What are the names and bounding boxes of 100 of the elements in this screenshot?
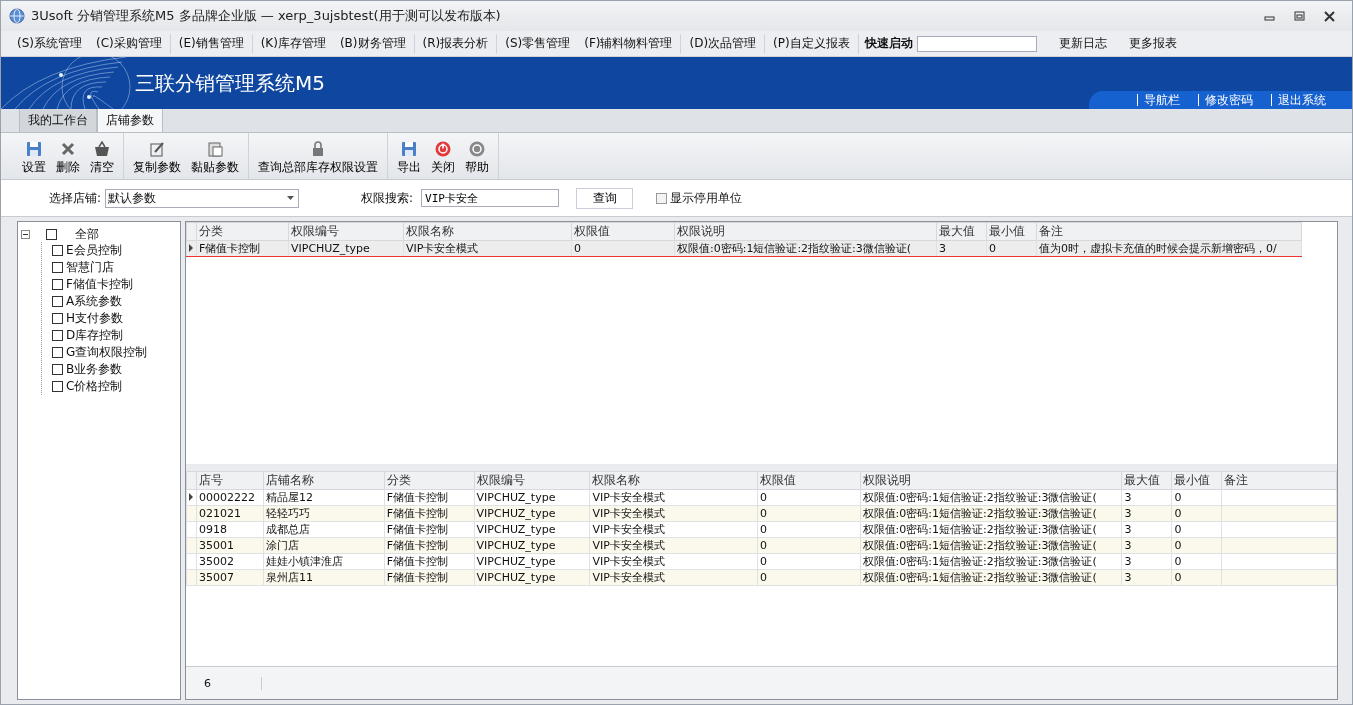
- checkbox[interactable]: [656, 192, 668, 204]
- column-header[interactable]: 最小值: [986, 222, 1037, 241]
- tree-item[interactable]: 全部: [75, 225, 99, 243]
- close-icon: [1323, 10, 1335, 22]
- table-cell: 0: [757, 553, 861, 570]
- table-cell: 0918: [196, 521, 264, 538]
- collapse-icon[interactable]: [21, 229, 30, 239]
- table-cell: VIP卡安全模式: [589, 489, 758, 506]
- tree-checkbox[interactable]: [52, 245, 63, 256]
- column-header[interactable]: 最大值: [1121, 471, 1172, 490]
- search-label: 权限搜索:: [361, 189, 414, 207]
- column-header[interactable]: 权限编号: [288, 222, 404, 241]
- table-cell: 3: [1121, 489, 1172, 506]
- menu-item[interactable]: (B)财务管理: [339, 35, 406, 52]
- menu-link[interactable]: 更多报表: [1128, 35, 1177, 52]
- quick-launch-field[interactable]: [916, 35, 1037, 52]
- column-header[interactable]: 最小值: [1171, 471, 1222, 490]
- store-dropdown[interactable]: 默认参数: [105, 188, 300, 208]
- tree-item[interactable]: F储值卡控制: [66, 276, 133, 293]
- tree-checkbox[interactable]: [52, 296, 63, 307]
- globe-icon: [9, 8, 25, 24]
- column-header[interactable]: 店铺名称: [263, 471, 385, 490]
- table-cell: 0: [1171, 521, 1222, 538]
- toolbar-button[interactable]: 帮助: [460, 133, 494, 179]
- table-cell: 娃娃小镇津淮店: [263, 553, 385, 570]
- table-cell: VIP卡安全模式: [589, 521, 758, 538]
- tree-item[interactable]: 智慧门店: [66, 259, 114, 276]
- menu-item[interactable]: (E)销售管理: [178, 35, 244, 52]
- menu-item[interactable]: (F)辅料物料管理: [584, 35, 673, 52]
- tree-item[interactable]: G查询权限控制: [66, 344, 148, 361]
- banner-link[interactable]: 导航栏: [1137, 94, 1180, 106]
- table-cell: 3: [1121, 553, 1172, 570]
- menu-item[interactable]: (K)库存管理: [260, 35, 326, 52]
- search-field[interactable]: VIP卡安全: [421, 189, 560, 207]
- column-header[interactable]: 权限说明: [860, 471, 1122, 490]
- column-header[interactable]: 分类: [196, 222, 289, 241]
- tree-item[interactable]: D库存控制: [66, 327, 124, 344]
- toolbar-button[interactable]: 导出: [392, 133, 426, 179]
- tree-item[interactable]: C价格控制: [66, 378, 123, 395]
- table-cell: 权限值:0密码:1短信验证:2指纹验证:3微信验证(: [860, 489, 1122, 506]
- table-cell: F储值卡控制: [384, 489, 475, 506]
- power-icon: [435, 141, 451, 157]
- column-header[interactable]: 分类: [384, 471, 475, 490]
- toolbar-button[interactable]: 关闭: [426, 133, 460, 179]
- column-header[interactable]: 最大值: [936, 222, 987, 241]
- toolbar-button[interactable]: 黏贴参数: [186, 133, 244, 179]
- query-button[interactable]: 查询: [576, 187, 634, 209]
- tree-checkbox[interactable]: [46, 228, 57, 240]
- column-header[interactable]: 权限名称: [403, 222, 572, 241]
- table-cell: F储值卡控制: [384, 521, 475, 538]
- table-cell: 权限值:0密码:1短信验证:2指纹验证:3微信验证(: [860, 553, 1122, 570]
- toolbar-button[interactable]: 清空: [85, 133, 119, 179]
- menu-item[interactable]: (R)报表分析: [422, 35, 489, 52]
- tree-checkbox[interactable]: [52, 313, 63, 324]
- banner-link[interactable]: 修改密码: [1198, 94, 1253, 106]
- table-cell: 权限值:0密码:1短信验证:2指纹验证:3微信验证(: [860, 521, 1122, 538]
- quick-launch-label: 快速启动: [864, 35, 913, 52]
- toolbar-button[interactable]: 查询总部库存权限设置: [253, 133, 383, 179]
- x-mark-icon: [60, 141, 76, 157]
- column-header[interactable]: 权限名称: [589, 471, 758, 490]
- menu-item[interactable]: (P)自定义报表: [773, 35, 850, 52]
- column-header[interactable]: 权限说明: [674, 222, 937, 241]
- window-title: 3Usoft 分销管理系统M5 多品牌企业版 — xerp_3ujsbtest(用于测可以发布版本): [31, 7, 501, 25]
- store-label: 选择店铺:: [49, 189, 102, 207]
- toolbar-button[interactable]: 复制参数: [128, 133, 186, 179]
- tree-checkbox[interactable]: [52, 279, 63, 290]
- menu-item[interactable]: (C)采购管理: [96, 35, 162, 52]
- tab[interactable]: 我的工作台: [19, 108, 97, 132]
- table-cell: VIPCHUZ_type: [474, 553, 590, 570]
- column-header[interactable]: 店号: [196, 471, 264, 490]
- help-icon: [469, 141, 485, 157]
- toolbar-button[interactable]: 设置: [17, 133, 51, 179]
- column-header[interactable]: 权限编号: [474, 471, 590, 490]
- column-header[interactable]: 权限值: [571, 222, 675, 241]
- menu-item[interactable]: (S)系统管理: [17, 35, 82, 52]
- tree-checkbox[interactable]: [52, 381, 63, 392]
- table-cell: 00002222: [196, 489, 264, 506]
- table-cell: 精品屋12: [263, 489, 385, 506]
- table-cell: 0: [1171, 553, 1222, 570]
- column-header[interactable]: 权限值: [757, 471, 861, 490]
- table-cell: 0: [757, 489, 861, 506]
- tree-item[interactable]: E会员控制: [66, 242, 122, 259]
- tree-item[interactable]: H支付参数: [66, 310, 124, 327]
- checkbox-label: 显示停用单位: [670, 189, 743, 207]
- tree-checkbox[interactable]: [52, 347, 63, 358]
- paste-icon: [207, 141, 223, 157]
- tree-item[interactable]: B业务参数: [66, 361, 123, 378]
- tree-item[interactable]: A系统参数: [66, 293, 123, 310]
- edit-icon: [149, 141, 165, 157]
- column-header[interactable]: 备注: [1221, 471, 1337, 490]
- banner-link[interactable]: 退出系统: [1271, 94, 1326, 106]
- menu-link[interactable]: 更新日志: [1058, 35, 1107, 52]
- tree-checkbox[interactable]: [52, 364, 63, 375]
- column-header[interactable]: 备注: [1036, 222, 1302, 241]
- tree-checkbox[interactable]: [52, 330, 63, 341]
- menu-item[interactable]: (D)次品管理: [689, 35, 757, 52]
- menu-item[interactable]: (S)零售管理: [505, 35, 571, 52]
- tree-checkbox[interactable]: [52, 262, 63, 273]
- tab[interactable]: 店铺参数: [97, 108, 163, 132]
- toolbar-button[interactable]: 删除: [51, 133, 85, 179]
